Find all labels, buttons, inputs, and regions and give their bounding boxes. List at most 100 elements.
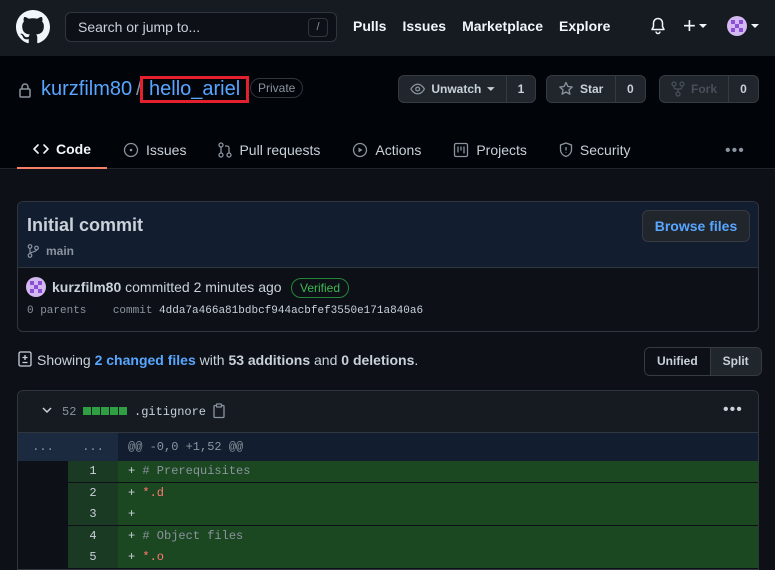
diff-summary: Showing 2 changed files with 53 addition… [37, 352, 418, 368]
diff-line-text: *.o [142, 550, 165, 564]
unwatch-button[interactable]: Unwatch [399, 76, 507, 102]
diffstat-block [92, 407, 100, 415]
deletions-count: 0 deletions [341, 352, 415, 368]
eye-icon [410, 83, 426, 95]
create-new-dropdown[interactable]: + [683, 13, 707, 38]
avatar [727, 16, 747, 36]
diff-line-code: + *.o [118, 547, 758, 568]
tab-code-label: Code [56, 141, 91, 157]
nav-marketplace[interactable]: Marketplace [462, 18, 543, 34]
github-logo-icon[interactable] [16, 10, 50, 44]
diff-line-text: # Object files [142, 528, 244, 543]
repo-header: kurzfilm80 / hello_ariel Private Unwatch… [0, 56, 775, 169]
nav-pulls[interactable]: Pulls [353, 18, 386, 34]
tab-issues-label: Issues [146, 142, 187, 158]
star-label: Star [580, 82, 604, 96]
file-more-options-icon[interactable]: ••• [723, 401, 743, 419]
plus-icon: + [683, 13, 696, 38]
browse-files-button[interactable]: Browse files [642, 210, 750, 242]
commit-author-link[interactable]: kurzfilm80 [52, 279, 121, 295]
diff-line: 1 + # Prerequisites [18, 461, 758, 483]
global-header: Search or jump to... / Pulls Issues Mark… [0, 0, 775, 56]
fork-count[interactable]: 0 [729, 76, 758, 102]
watch-count[interactable]: 1 [507, 76, 535, 102]
avatar[interactable] [26, 277, 46, 297]
global-nav: Pulls Issues Marketplace Explore [353, 18, 610, 34]
file-diff: 52 .gitignore ••• ... ... @@ -0,0 +1,52 … [17, 390, 759, 570]
verified-badge[interactable]: Verified [291, 278, 350, 298]
tab-pull-requests[interactable]: Pull requests [202, 131, 336, 169]
diff-icon [18, 351, 32, 367]
commit-summary-box: Initial commit main Browse files kurzfil… [17, 201, 759, 332]
fork-icon [671, 81, 685, 97]
tab-code[interactable]: Code [17, 131, 107, 169]
diffstat-block [83, 407, 91, 415]
commit-header: Initial commit main Browse files [18, 202, 758, 268]
diffstat-block [101, 407, 109, 415]
repo-name-link[interactable]: hello_ariel [140, 76, 250, 103]
hunk-expand-right[interactable]: ... [68, 433, 118, 461]
tab-security[interactable]: Security [543, 131, 647, 169]
new-line-number[interactable]: 4 [68, 525, 118, 547]
unified-view-button[interactable]: Unified [645, 348, 711, 375]
commit-title: Initial commit [27, 215, 144, 235]
diff-line: 5 + *.o [18, 547, 758, 569]
commit-label: commit [112, 305, 153, 317]
changed-files-link[interactable]: 2 changed files [95, 352, 196, 368]
diff-line: 2 + *.d [18, 482, 758, 505]
diffstat-bar [83, 407, 127, 415]
nav-issues[interactable]: Issues [402, 18, 446, 34]
tab-projects-label: Projects [476, 142, 527, 158]
tab-actions[interactable]: Actions [336, 131, 437, 169]
star-count[interactable]: 0 [616, 76, 645, 102]
user-menu[interactable] [727, 16, 759, 36]
parents-count: 0 parents [27, 305, 87, 317]
tab-pull-requests-label: Pull requests [239, 142, 321, 158]
bell-icon[interactable] [650, 17, 666, 35]
tab-projects[interactable]: Projects [437, 131, 543, 169]
tab-security-label: Security [579, 142, 631, 158]
search-input[interactable]: Search or jump to... / [65, 12, 337, 42]
commit-action-text: committed 2 minutes ago [121, 279, 282, 295]
diffstat-block [110, 407, 118, 415]
split-view-button[interactable]: Split [710, 348, 761, 375]
branch-name: main [46, 244, 75, 258]
pull-request-icon [218, 142, 233, 158]
diff-view-toggle: Unified Split [644, 347, 762, 376]
branch-indicator[interactable]: main [27, 244, 74, 258]
repo-tabs: Code Issues Pull requests Actions Projec… [17, 131, 646, 169]
tab-issues[interactable]: Issues [107, 131, 202, 169]
commit-sha: 4dda7a466a81bdbcf944acbfef3550e171a840a6 [159, 305, 424, 317]
hunk-header-text: @@ -0,0 +1,52 @@ [128, 440, 244, 454]
search-shortcut-key: / [308, 18, 328, 37]
new-line-number[interactable]: 2 [68, 482, 118, 504]
diff-line-code: + *.d [118, 482, 758, 504]
diffstat-block [119, 407, 127, 415]
diff-line-text: *.d [142, 485, 165, 500]
new-line-number[interactable]: 3 [68, 504, 118, 525]
nav-explore[interactable]: Explore [559, 18, 610, 34]
commit-author-line: kurzfilm80 committed 2 minutes ago [52, 279, 282, 295]
tab-actions-label: Actions [375, 142, 422, 158]
chevron-down-icon[interactable] [42, 406, 52, 414]
fork-button[interactable]: Fork [660, 76, 730, 102]
star-button[interactable]: Star [547, 76, 616, 102]
diff-line-code: + # Prerequisites [118, 461, 758, 482]
code-icon [33, 144, 49, 154]
hunk-expand-left[interactable]: ... [18, 433, 68, 461]
repo-owner-link[interactable]: kurzfilm80 [41, 78, 132, 101]
file-name-link[interactable]: .gitignore [134, 405, 206, 419]
diff-line: 3 + [18, 504, 758, 526]
star-button-group: Star 0 [546, 75, 646, 103]
hunk-header-row: ... ... @@ -0,0 +1,52 @@ [18, 433, 758, 461]
file-change-count: 52 [62, 405, 77, 419]
diff-line-code: + [118, 504, 758, 525]
copy-icon[interactable] [212, 403, 226, 419]
search-placeholder: Search or jump to... [78, 19, 201, 35]
summary-with: with [195, 352, 229, 368]
more-tabs-icon[interactable]: ••• [725, 142, 745, 160]
new-line-number[interactable]: 1 [68, 461, 118, 482]
file-header: 52 .gitignore ••• [18, 391, 758, 433]
watch-button-group: Unwatch 1 [398, 75, 536, 103]
new-line-number[interactable]: 5 [68, 547, 118, 568]
